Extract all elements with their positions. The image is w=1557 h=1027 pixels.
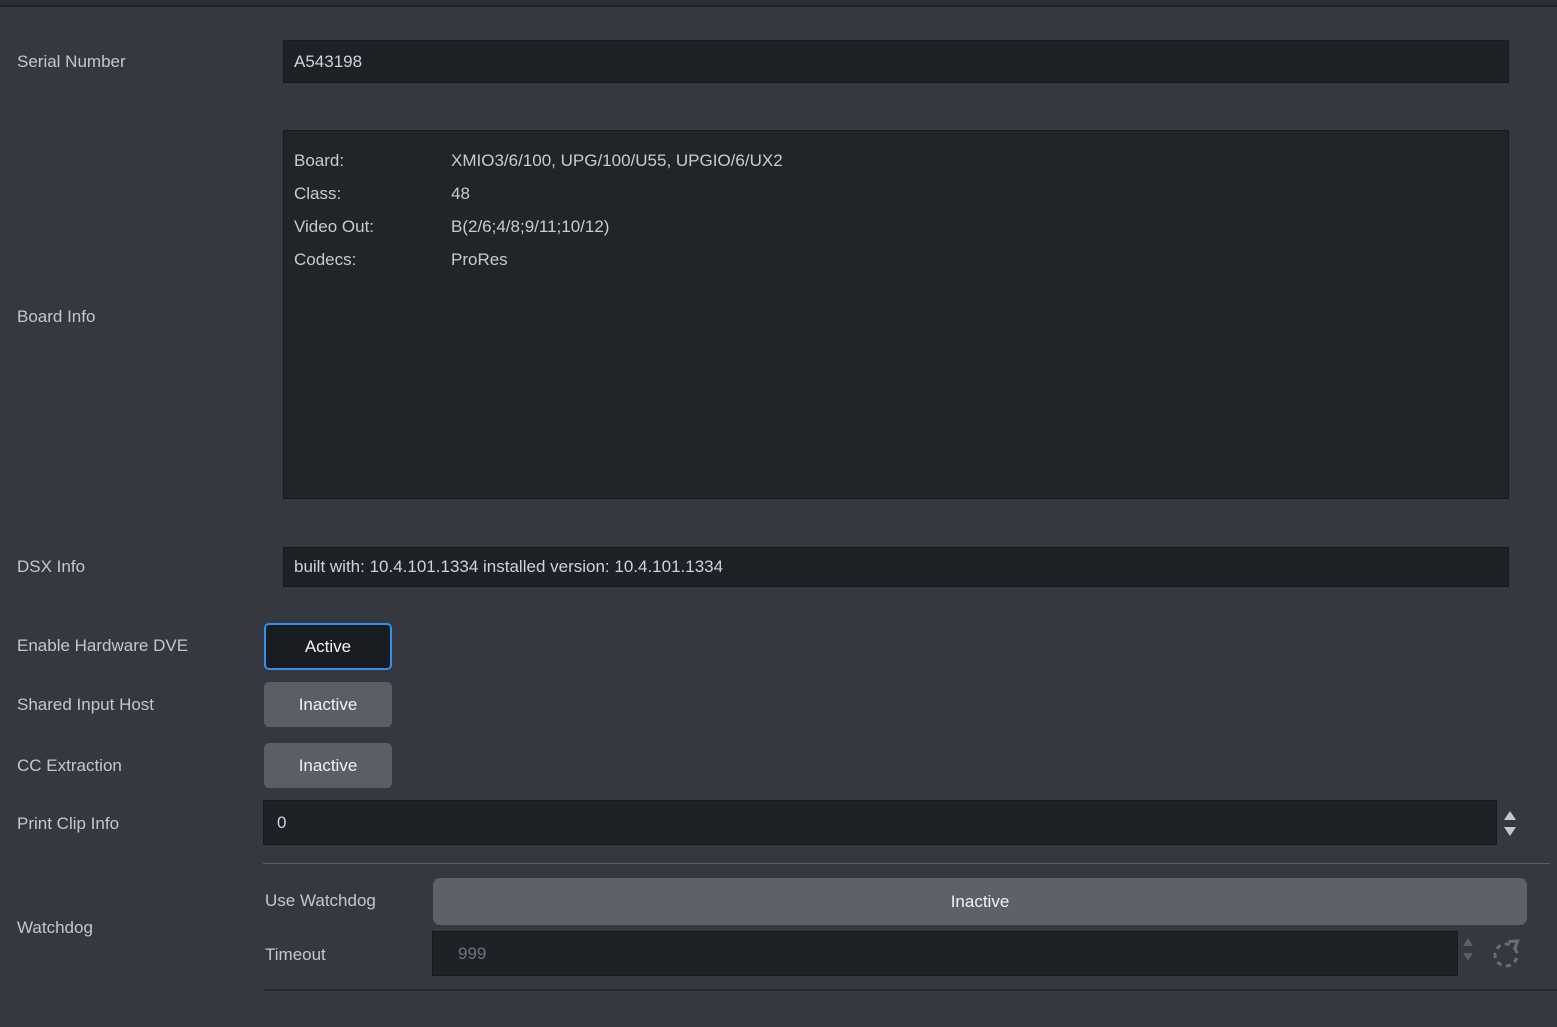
board-info-value: B(2/6;4/8;9/11;10/12) <box>451 210 1496 243</box>
serial-number-input[interactable] <box>283 40 1509 83</box>
top-divider <box>0 0 1557 7</box>
watchdog-group-label: Watchdog <box>17 917 93 939</box>
board-info-value: XMIO3/6/100, UPG/100/U55, UPGIO/6/UX2 <box>451 144 1496 177</box>
dsx-info-label: DSX Info <box>17 556 85 578</box>
serial-number-label: Serial Number <box>17 51 126 73</box>
board-info-key: Video Out: <box>294 210 451 243</box>
print-clip-spin-down-icon[interactable] <box>1504 827 1516 836</box>
watchdog-group-top-divider <box>263 863 1550 864</box>
shared-input-host-button[interactable]: Inactive <box>264 682 392 727</box>
timeout-input[interactable] <box>432 931 1458 976</box>
board-info-value: ProRes <box>451 243 1496 276</box>
print-clip-info-input[interactable] <box>263 800 1497 845</box>
board-info-key: Codecs: <box>294 243 451 276</box>
timeout-reset-refresh-icon[interactable] <box>1488 936 1524 972</box>
board-info-key: Board: <box>294 144 451 177</box>
cc-extraction-label: CC Extraction <box>17 755 122 777</box>
timeout-spin-up-icon[interactable] <box>1463 938 1473 946</box>
timeout-label: Timeout <box>265 944 326 966</box>
enable-hardware-dve-label: Enable Hardware DVE <box>17 635 188 657</box>
print-clip-spin-up-icon[interactable] <box>1504 811 1516 820</box>
print-clip-info-label: Print Clip Info <box>17 813 119 835</box>
board-info-textarea[interactable]: Board: XMIO3/6/100, UPG/100/U55, UPGIO/6… <box>283 130 1509 499</box>
settings-panel: Serial Number Board Info Board: XMIO3/6/… <box>0 0 1557 1027</box>
timeout-spin-down-icon[interactable] <box>1463 953 1473 961</box>
use-watchdog-button[interactable]: Inactive <box>433 878 1527 925</box>
board-info-line: Class: 48 <box>294 177 1496 210</box>
use-watchdog-label: Use Watchdog <box>265 890 376 912</box>
watchdog-group-bottom-divider <box>263 989 1557 991</box>
cc-extraction-button[interactable]: Inactive <box>264 743 392 788</box>
board-info-line: Board: XMIO3/6/100, UPG/100/U55, UPGIO/6… <box>294 144 1496 177</box>
board-info-key: Class: <box>294 177 451 210</box>
board-info-label: Board Info <box>17 306 95 328</box>
board-info-line: Codecs: ProRes <box>294 243 1496 276</box>
board-info-value: 48 <box>451 177 1496 210</box>
shared-input-host-label: Shared Input Host <box>17 694 154 716</box>
dsx-info-input[interactable] <box>283 547 1509 587</box>
enable-hardware-dve-button[interactable]: Active <box>264 623 392 670</box>
board-info-line: Video Out: B(2/6;4/8;9/11;10/12) <box>294 210 1496 243</box>
